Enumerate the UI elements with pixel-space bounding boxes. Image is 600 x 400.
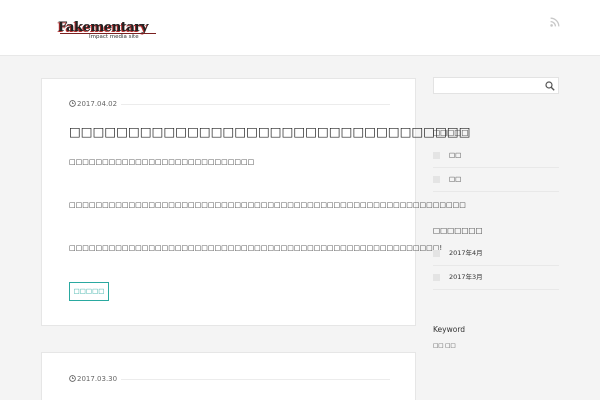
archive-item[interactable]: 2017年3月 (433, 266, 559, 290)
category-label: □□ (449, 175, 462, 183)
clock-icon (69, 375, 76, 382)
search-icon[interactable] (545, 81, 555, 91)
post-date-row: 2017.04.02 (69, 99, 390, 109)
date-divider (121, 379, 390, 380)
date-divider (121, 104, 390, 105)
list-bullet (433, 274, 440, 281)
categories-title: □□□□□ (433, 128, 469, 137)
read-more-button[interactable]: □□□□□ (69, 282, 109, 301)
post-title[interactable]: □□□□□□□□□□□□□□□□□□□□□□□□□□□□□□□□□□ (69, 123, 471, 141)
keyword-text[interactable]: □□ □□ (433, 342, 456, 350)
archive-label: 2017年3月 (449, 273, 483, 281)
list-bullet (433, 176, 440, 183)
archives-title: □□□□□□□ (433, 226, 483, 235)
logo-subtitle: Impact media site (89, 34, 139, 40)
category-item[interactable]: □□ (433, 144, 559, 168)
post-paragraph: □□□□□□□□□□□□□□□□□□□□□□□□□□□□ (69, 158, 255, 166)
search-input[interactable] (434, 78, 542, 93)
list-bullet (433, 250, 440, 257)
post-paragraph: □□□□□□□□□□□□□□□□□□□□□□□□□□□□□□□□□□□□□□□□… (69, 244, 443, 252)
archive-item[interactable]: 2017年4月 (433, 242, 559, 266)
clock-icon (69, 100, 76, 107)
post-date: 2017.03.30 (77, 375, 118, 383)
search-box (433, 77, 559, 94)
archive-label: 2017年4月 (449, 249, 483, 257)
post-card: 2017.03.30 (41, 352, 416, 400)
rss-icon[interactable] (550, 17, 560, 27)
post-date: 2017.04.02 (77, 100, 118, 108)
keyword-title: Keyword (433, 325, 466, 334)
site-logo[interactable]: Fakementary Impact media site (55, 18, 158, 44)
post-date-row: 2017.03.30 (69, 374, 390, 384)
post-card: 2017.04.02 □□□□□□□□□□□□□□□□□□□□□□□□□□□□□… (41, 78, 471, 326)
post-paragraph: □□□□□□□□□□□□□□□□□□□□□□□□□□□□□□□□□□□□□□□□… (69, 201, 466, 209)
category-item[interactable]: □□ (433, 168, 559, 192)
site-header: Fakementary Impact media site (0, 0, 600, 56)
list-bullet (433, 152, 440, 159)
category-label: □□ (449, 151, 462, 159)
